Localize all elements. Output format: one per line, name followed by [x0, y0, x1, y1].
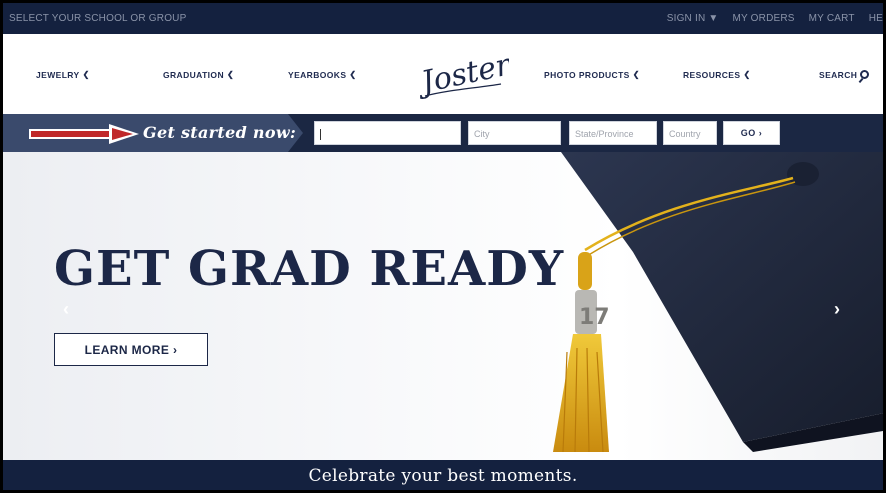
school-name-input[interactable]: [314, 121, 461, 145]
city-input[interactable]: City: [468, 121, 561, 145]
chevron-down-icon: ▼: [708, 13, 719, 24]
hero-banner: 17 GET GRAD READY LEARN MORE › ‹ ›: [3, 152, 883, 460]
chevron-down-icon: ❮: [743, 70, 751, 79]
svg-text:Jostens: Jostens: [417, 46, 509, 102]
nav-item-label: YEARBOOKS: [288, 70, 347, 80]
go-label: GO: [740, 128, 756, 138]
chevron-down-icon: ❮: [226, 70, 235, 79]
get-started-label: Get started now:: [143, 123, 297, 142]
tagline-band: Celebrate your best moments.: [3, 460, 883, 490]
main-nav: JEWELRY ❮ GRADUATION ❮ YEARBOOKS ❮ Jostens …: [3, 34, 883, 114]
nav-item-resources[interactable]: RESOURCES ❮: [683, 70, 751, 80]
sign-in-link[interactable]: SIGN IN ▼: [667, 13, 719, 24]
nav-item-graduation[interactable]: GRADUATION ❮: [163, 70, 234, 80]
country-input[interactable]: Country: [663, 121, 717, 145]
sign-in-label: SIGN IN: [666, 13, 706, 24]
chevron-down-icon: ❮: [632, 70, 640, 79]
help-link[interactable]: HE: [869, 13, 883, 24]
my-orders-link[interactable]: MY ORDERS: [732, 13, 794, 24]
chevron-left-icon[interactable]: ‹: [63, 299, 69, 320]
nav-item-label: PHOTO PRODUCTS: [544, 70, 630, 80]
chevron-right-icon[interactable]: ›: [834, 299, 840, 320]
account-links: SIGN IN ▼ MY ORDERS MY CART HE: [667, 13, 883, 24]
go-button[interactable]: GO ›: [723, 121, 780, 145]
red-arrow-icon: [29, 124, 139, 144]
get-started-bar: Get started now: City State/Province Cou…: [3, 114, 883, 152]
my-cart-link[interactable]: MY CART: [809, 13, 855, 24]
page-frame: SELECT YOUR SCHOOL OR GROUP SIGN IN ▼ MY…: [0, 0, 886, 493]
nav-item-jewelry[interactable]: JEWELRY ❮: [36, 70, 90, 80]
city-placeholder: City: [474, 129, 490, 139]
state-placeholder: State/Province: [575, 129, 634, 139]
jostens-logo[interactable]: Jostens: [417, 46, 509, 102]
graduation-cap-image: 17: [553, 152, 883, 453]
tagline: Celebrate your best moments.: [308, 466, 578, 486]
utility-bar: SELECT YOUR SCHOOL OR GROUP SIGN IN ▼ MY…: [3, 3, 883, 34]
svg-text:17: 17: [579, 305, 610, 330]
nav-item-yearbooks[interactable]: YEARBOOKS ❮: [288, 70, 357, 80]
state-province-input[interactable]: State/Province: [569, 121, 657, 145]
chevron-down-icon: ❮: [349, 70, 357, 79]
learn-more-button[interactable]: LEARN MORE ›: [54, 333, 208, 366]
nav-item-label: RESOURCES: [683, 70, 741, 80]
select-school-link[interactable]: SELECT YOUR SCHOOL OR GROUP: [9, 13, 186, 24]
hero-title: GET GRAD READY: [54, 241, 565, 297]
nav-item-label: JEWELRY: [36, 70, 80, 80]
nav-item-label: GRADUATION: [163, 70, 224, 80]
search-icon: [860, 70, 870, 79]
search-button[interactable]: SEARCH: [819, 70, 870, 80]
chevron-right-icon: ›: [173, 343, 178, 357]
search-label: SEARCH: [819, 70, 858, 80]
learn-more-label: LEARN MORE: [84, 343, 170, 357]
chevron-right-icon: ›: [758, 128, 763, 138]
chevron-down-icon: ❮: [82, 70, 90, 79]
text-cursor: [320, 129, 321, 140]
country-placeholder: Country: [669, 129, 701, 139]
nav-item-photo-products[interactable]: PHOTO PRODUCTS ❮: [544, 70, 640, 80]
